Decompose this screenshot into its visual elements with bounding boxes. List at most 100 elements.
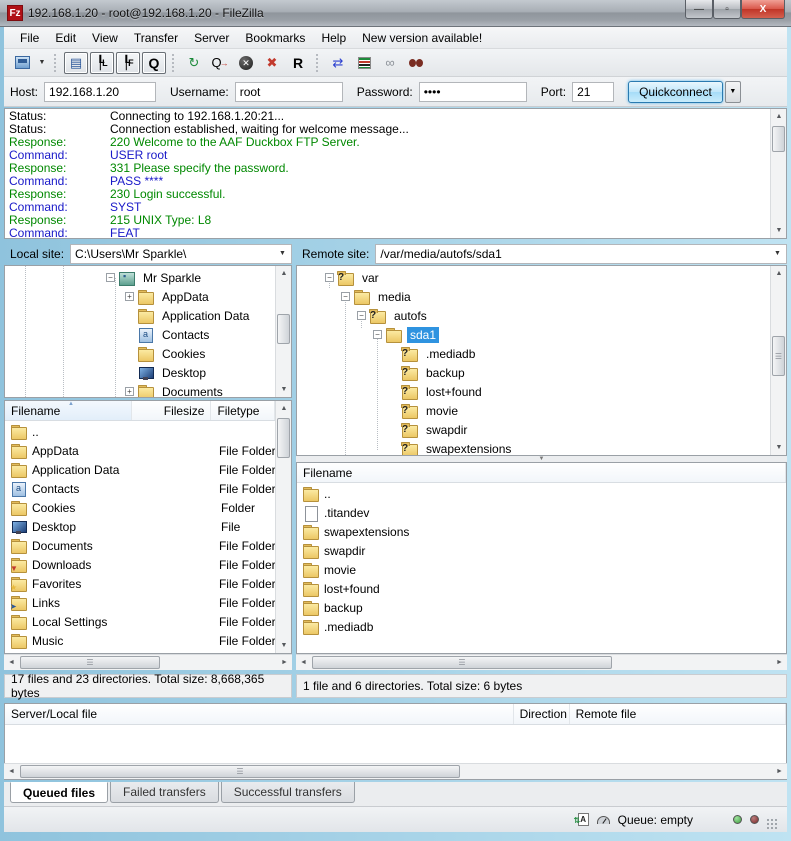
column-header-filename[interactable]: Filename▲: [5, 401, 132, 420]
title-bar[interactable]: Fz 192.168.1.20 - root@192.168.1.20 - Fi…: [0, 0, 791, 27]
list-row[interactable]: swapdir: [297, 541, 770, 560]
tree-item[interactable]: −media: [341, 287, 414, 306]
list-row[interactable]: ▼DownloadsFile Folder: [5, 555, 275, 574]
list-row[interactable]: ..: [297, 484, 770, 503]
local-list-hscrollbar[interactable]: ◄ ►: [4, 654, 292, 670]
remote-tree[interactable]: −var−media−autofs−sda1.mediadbbackuplost…: [296, 265, 787, 456]
list-row[interactable]: ContactsFile Folder: [5, 479, 275, 498]
tree-item[interactable]: −var: [325, 268, 382, 287]
tree-item[interactable]: swapdir: [389, 420, 470, 439]
list-row[interactable]: DesktopFile: [5, 517, 275, 536]
menu-item-new-version-available-[interactable]: New version available!: [354, 29, 490, 47]
list-row[interactable]: DocumentsFile Folder: [5, 536, 275, 555]
local-tree[interactable]: −Mr Sparkle+AppDataApplication DataConta…: [4, 265, 292, 398]
process-queue-button[interactable]: Q→: [208, 52, 232, 74]
reconnect-button[interactable]: R: [286, 52, 310, 74]
menu-item-transfer[interactable]: Transfer: [126, 29, 186, 47]
toggle-remote-tree-button[interactable]: ┞F: [116, 52, 140, 74]
expand-icon[interactable]: +: [125, 292, 134, 301]
tree-item[interactable]: Desktop: [125, 363, 209, 382]
list-row[interactable]: ★FavoritesFile Folder: [5, 574, 275, 593]
cancel-operation-button[interactable]: ✕: [234, 52, 258, 74]
toggle-local-tree-button[interactable]: ┞L: [90, 52, 114, 74]
list-row[interactable]: lost+found: [297, 579, 770, 598]
site-manager-button[interactable]: [10, 52, 34, 74]
column-header-server-local-file[interactable]: Server/Local file: [5, 704, 514, 724]
host-input[interactable]: [44, 82, 156, 102]
list-row[interactable]: Application DataFile Folder: [5, 460, 275, 479]
tree-item[interactable]: +AppData: [125, 287, 212, 306]
tree-item[interactable]: swapextensions: [389, 439, 514, 456]
close-button[interactable]: X: [741, 0, 785, 19]
menu-item-help[interactable]: Help: [313, 29, 354, 47]
column-header-direction[interactable]: Direction: [514, 704, 570, 724]
synchronized-browsing-button[interactable]: ∞: [378, 52, 402, 74]
local-file-list[interactable]: Filename▲FilesizeFiletype ..AppDataFile …: [4, 400, 292, 654]
list-row[interactable]: AppDataFile Folder: [5, 441, 275, 460]
column-header-filename[interactable]: Filename: [297, 463, 786, 482]
speed-limit-icon[interactable]: [597, 816, 610, 824]
local-site-combo[interactable]: C:\Users\Mr Sparkle\ ▼: [70, 244, 292, 264]
tree-item[interactable]: +Documents: [125, 382, 226, 398]
remote-file-list[interactable]: Filename ...titandevswapextensionsswapdi…: [296, 462, 787, 654]
username-input[interactable]: [235, 82, 343, 102]
list-row[interactable]: MusicFile Folder: [5, 631, 275, 650]
remote-tree-vscrollbar[interactable]: ▲ ▼: [770, 266, 786, 455]
scroll-down-icon[interactable]: ▼: [771, 223, 787, 238]
directory-comparison-button[interactable]: ⇄: [326, 52, 350, 74]
tree-item[interactable]: movie: [389, 401, 461, 420]
tab-successful-transfers[interactable]: Successful transfers: [221, 782, 355, 803]
list-row[interactable]: ..: [5, 422, 275, 441]
tree-item[interactable]: .mediadb: [389, 344, 478, 363]
list-row[interactable]: .titandev: [297, 503, 770, 522]
column-header-filesize[interactable]: Filesize: [132, 401, 211, 420]
collapse-icon[interactable]: −: [373, 330, 382, 339]
menu-item-server[interactable]: Server: [186, 29, 237, 47]
tab-failed-transfers[interactable]: Failed transfers: [110, 782, 219, 803]
transfer-type-icon[interactable]: A: [578, 813, 589, 826]
local-tree-vscrollbar[interactable]: ▲ ▼: [275, 266, 291, 397]
menu-item-edit[interactable]: Edit: [47, 29, 84, 47]
log-vscrollbar[interactable]: ▲ ▼: [770, 109, 786, 238]
collapse-icon[interactable]: −: [357, 311, 366, 320]
quickconnect-button[interactable]: Quickconnect: [628, 81, 723, 103]
remote-site-combo[interactable]: /var/media/autofs/sda1 ▼: [375, 244, 787, 264]
list-row[interactable]: backup: [297, 598, 770, 617]
menu-item-view[interactable]: View: [84, 29, 126, 47]
disconnect-button[interactable]: ✖: [260, 52, 284, 74]
list-row[interactable]: ➤LinksFile Folder: [5, 593, 275, 612]
tree-item[interactable]: −autofs: [357, 306, 430, 325]
collapse-icon[interactable]: −: [341, 292, 350, 301]
password-input[interactable]: [419, 82, 527, 102]
scroll-up-icon[interactable]: ▲: [771, 109, 787, 124]
chevron-down-icon[interactable]: ▼: [770, 246, 785, 262]
queue-hscrollbar[interactable]: ◄ ►: [4, 763, 787, 779]
site-manager-dropdown[interactable]: ▼: [36, 59, 48, 66]
column-header-remote-file[interactable]: Remote file: [570, 704, 786, 724]
minimize-button[interactable]: —: [685, 0, 713, 19]
tree-item[interactable]: −Mr Sparkle: [106, 268, 204, 287]
toggle-queue-button[interactable]: Q: [142, 52, 166, 74]
refresh-button[interactable]: ↻: [182, 52, 206, 74]
list-row[interactable]: Local SettingsFile Folder: [5, 612, 275, 631]
collapse-icon[interactable]: −: [106, 273, 115, 282]
list-row[interactable]: swapextensions: [297, 522, 770, 541]
expand-icon[interactable]: +: [125, 387, 134, 396]
tab-queued-files[interactable]: Queued files: [10, 782, 108, 803]
list-row[interactable]: movie: [297, 560, 770, 579]
menu-item-bookmarks[interactable]: Bookmarks: [237, 29, 313, 47]
menu-item-file[interactable]: File: [12, 29, 47, 47]
resize-grip[interactable]: [767, 819, 777, 829]
port-input[interactable]: [572, 82, 614, 102]
tree-item[interactable]: −sda1: [373, 325, 439, 344]
remote-list-hscrollbar[interactable]: ◄ ►: [296, 654, 787, 670]
tree-item[interactable]: Cookies: [125, 344, 208, 363]
toggle-message-log-button[interactable]: ▤: [64, 52, 88, 74]
collapse-icon[interactable]: −: [325, 273, 334, 282]
chevron-down-icon[interactable]: ▼: [275, 246, 290, 262]
column-header-filetype[interactable]: Filetype: [211, 401, 275, 420]
maximize-button[interactable]: ▫: [713, 0, 741, 19]
quickconnect-dropdown[interactable]: ▼: [725, 81, 741, 103]
tree-item[interactable]: Application Data: [125, 306, 252, 325]
list-row[interactable]: CookiesFolder: [5, 498, 275, 517]
